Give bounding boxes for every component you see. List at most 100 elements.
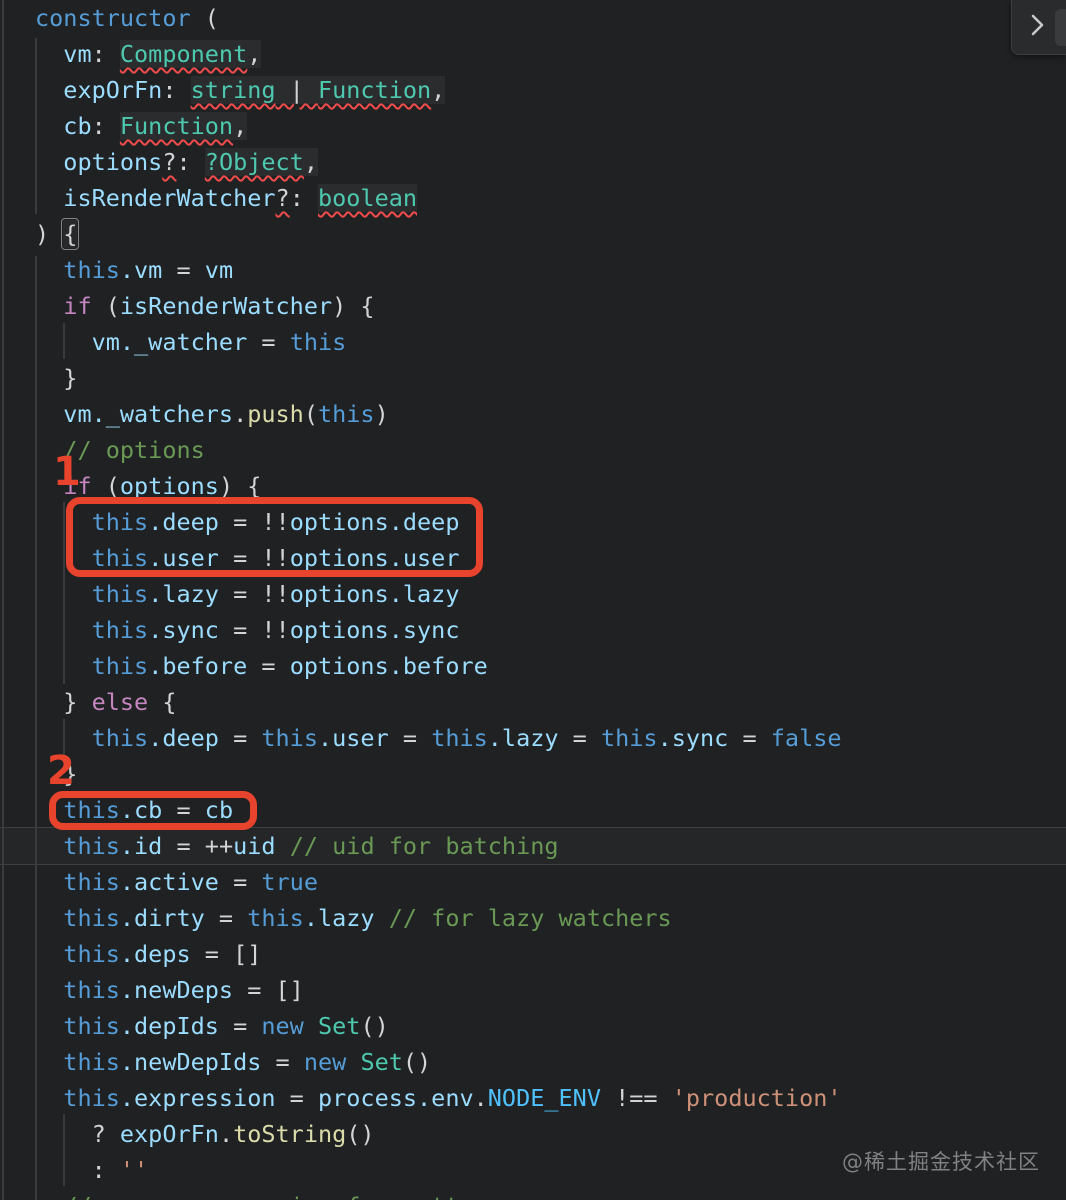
code-token: ) <box>374 400 389 428</box>
code-token: Function <box>317 76 432 104</box>
code-token: .active <box>119 868 219 896</box>
code-token: ._watcher <box>119 328 248 356</box>
code-token: else <box>91 688 149 716</box>
code-token: this <box>63 1084 120 1112</box>
code-token: () <box>346 1120 375 1148</box>
code-token: = <box>218 580 262 608</box>
code-token: options <box>289 616 389 644</box>
code-line: this.sync = !!options.sync <box>35 612 1066 648</box>
code-token: ? <box>91 1120 120 1148</box>
code-token: .newDeps <box>119 976 234 1004</box>
code-token: // parse expression for getter <box>63 1192 487 1200</box>
code-token: .newDepIds <box>119 1048 262 1076</box>
code-token: this <box>91 616 149 644</box>
code-token: vm <box>91 328 120 356</box>
code-token: '' <box>119 1156 149 1184</box>
code-token: options <box>289 652 389 680</box>
code-token: new <box>303 1048 347 1076</box>
code-token: options <box>63 148 163 176</box>
code-token: ++ <box>204 832 234 860</box>
code-token: = <box>218 1012 262 1040</box>
code-token: .user <box>317 724 389 752</box>
code-token: .lazy <box>303 904 375 932</box>
code-token: .id <box>119 832 163 860</box>
code-token: Set <box>360 1048 403 1076</box>
code-line: vm: Component, <box>35 36 1066 72</box>
code-line: this.lazy = !!options.lazy <box>35 576 1066 612</box>
code-token: NODE_ENV <box>487 1084 601 1112</box>
code-token: cb <box>63 112 92 140</box>
code-token: uid <box>233 832 276 860</box>
code-token: = <box>162 256 205 284</box>
code-line: if (isRenderWatcher) { <box>35 288 1066 324</box>
code-token: boolean <box>317 184 418 212</box>
annotation-number-2: 2 <box>47 748 75 794</box>
code-token: Function <box>119 112 234 140</box>
code-token: [] <box>275 976 304 1004</box>
code-token: = <box>388 724 432 752</box>
annotation-box-1 <box>66 497 483 577</box>
code-token: .before <box>148 652 248 680</box>
code-line: this.newDeps = [] <box>35 972 1066 1008</box>
code-token: .env <box>417 1084 474 1112</box>
code-token: !! <box>261 580 290 608</box>
code-token: .sync <box>388 616 460 644</box>
code-area: constructor ( vm: Component, expOrFn: st… <box>0 0 1066 1200</box>
code-token: this <box>289 328 347 356</box>
code-token: : <box>289 184 318 212</box>
panel-side-button[interactable] <box>1055 9 1066 46</box>
code-editor: constructor ( vm: Component, expOrFn: st… <box>0 0 1066 1200</box>
code-token: . <box>473 1084 488 1112</box>
expand-panel-button[interactable] <box>1020 7 1054 45</box>
code-token: = <box>247 328 290 356</box>
code-token: this <box>91 724 149 752</box>
code-token: isRenderWatcher <box>119 292 333 320</box>
code-line: this.deps = [] <box>35 936 1066 972</box>
code-token: : <box>91 1156 120 1184</box>
code-line: } <box>35 756 1066 792</box>
code-token: ( <box>190 4 219 32</box>
code-token: ? <box>275 184 290 212</box>
code-token: this <box>63 1012 120 1040</box>
code-token: .dirty <box>119 904 205 932</box>
code-token: [] <box>233 940 262 968</box>
code-line: vm._watcher = this <box>35 324 1066 360</box>
code-token: this <box>63 1048 120 1076</box>
code-line: this.newDepIds = new Set() <box>35 1044 1066 1080</box>
code-token: ( <box>91 472 120 500</box>
code-token: expOrFn <box>119 1120 219 1148</box>
code-token: this <box>63 868 120 896</box>
code-line: expOrFn: string | Function, <box>35 72 1066 108</box>
code-token: .deep <box>148 724 219 752</box>
code-token: = <box>728 724 771 752</box>
code-token: new <box>261 1012 304 1040</box>
code-line: vm._watchers.push(this) <box>35 396 1066 432</box>
code-token: this <box>63 832 120 860</box>
code-token: ? <box>162 148 177 176</box>
code-token: this <box>91 652 149 680</box>
code-token: this <box>63 940 120 968</box>
code-token: = <box>558 724 601 752</box>
code-token: isRenderWatcher <box>63 184 276 212</box>
code-token: : <box>162 76 191 104</box>
code-token: true <box>261 868 318 896</box>
code-token: !== <box>615 1084 658 1112</box>
code-token: // uid for batching <box>289 832 559 860</box>
code-line: cb: Function, <box>35 108 1066 144</box>
